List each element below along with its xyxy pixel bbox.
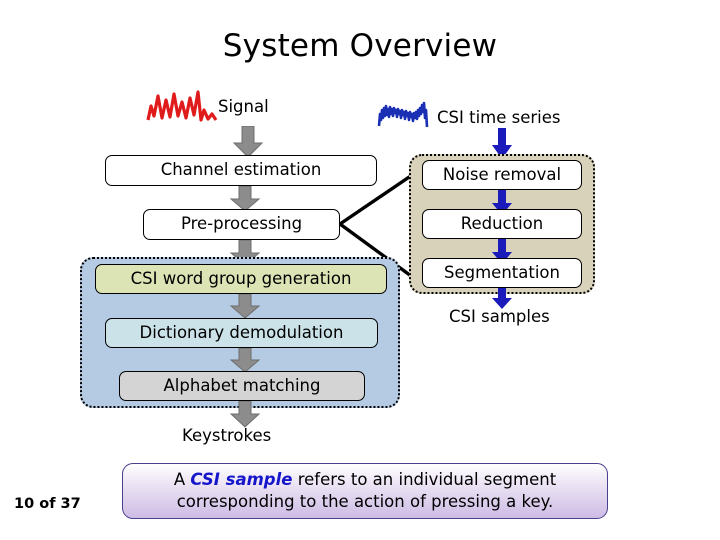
step-label: Segmentation [444,262,560,282]
step-alphabet-matching[interactable]: Alphabet matching [119,371,365,401]
csi-time-series-label: CSI time series [437,108,561,127]
page-title: System Overview [222,28,498,64]
page-number: 10 of 37 [14,496,81,512]
gray-arrow-down-1 [232,126,264,158]
step-label: Alphabet matching [163,375,321,395]
keystrokes-label: Keystrokes [182,426,272,445]
callout-text: A CSI sample refers to an individual seg… [133,469,597,514]
step-label: CSI word group generation [130,268,352,288]
step-reduction[interactable]: Reduction [422,209,582,239]
slide-canvas: System Overview Signal CSI time series N… [0,0,720,540]
step-pre-processing[interactable]: Pre-processing [143,209,340,240]
step-csi-word-group-generation[interactable]: CSI word group generation [95,264,387,294]
blue-waveform-icon [377,101,429,128]
step-label: Channel estimation [160,160,322,180]
step-label: Pre-processing [180,214,303,234]
gray-arrow-down-4 [229,294,261,319]
step-label: Dictionary demodulation [139,322,344,342]
gray-arrow-down-6 [229,401,261,428]
callout-text-before: A [173,469,191,489]
callout-emphasis: CSI sample [190,469,293,489]
csi-samples-label: CSI samples [449,307,550,326]
step-dictionary-demodulation[interactable]: Dictionary demodulation [105,318,378,348]
step-segmentation[interactable]: Segmentation [422,258,582,288]
gray-arrow-down-5 [229,348,261,373]
step-channel-estimation[interactable]: Channel estimation [105,155,377,186]
step-label: Noise removal [442,164,562,184]
signal-label: Signal [218,97,269,116]
step-noise-removal[interactable]: Noise removal [422,160,582,190]
csi-sample-callout: A CSI sample refers to an individual seg… [122,463,608,519]
red-waveform-icon [146,90,218,122]
step-label: Reduction [460,213,544,233]
